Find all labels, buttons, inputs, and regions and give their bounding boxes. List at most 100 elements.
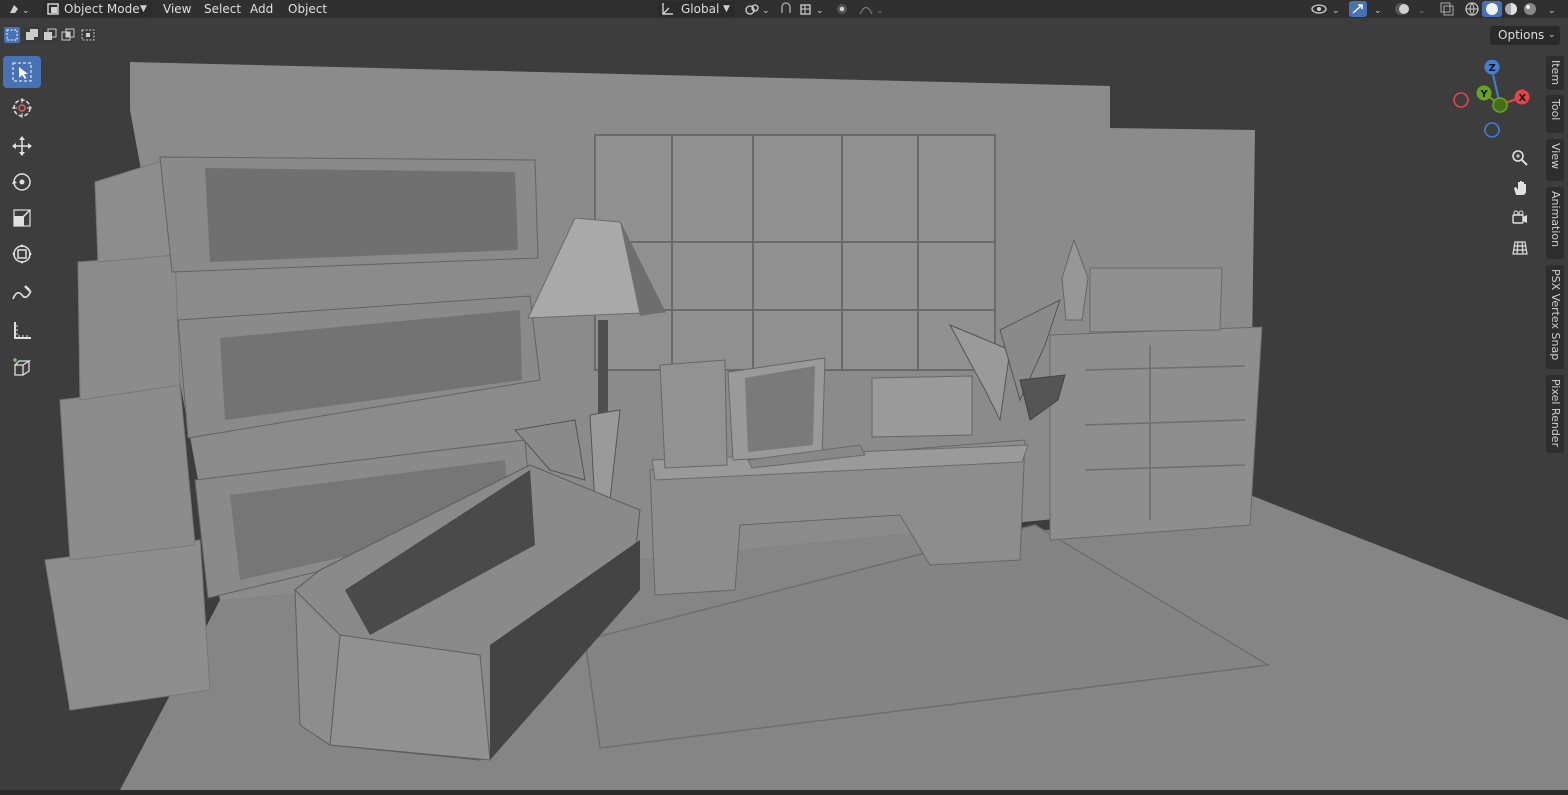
transform-icon	[12, 244, 32, 264]
measure-icon	[14, 322, 31, 339]
sidebar-tab-psx-vertex-snap[interactable]: PSX Vertex Snap	[1546, 265, 1564, 369]
tab-label: PSX Vertex Snap	[1549, 269, 1562, 361]
mode-dropdown[interactable]: Object Mode ▼	[42, 1, 152, 17]
select-intersect-icon	[81, 29, 95, 41]
visibility-button[interactable]: ⌄	[1310, 1, 1342, 17]
menu-add[interactable]: Add	[246, 1, 277, 17]
pivot-button[interactable]: ⌄	[742, 1, 772, 17]
tool-add-cube[interactable]	[3, 352, 41, 384]
options-label: Options	[1498, 28, 1545, 42]
svg-text:⌄: ⌄	[1374, 6, 1382, 16]
svg-text:⌄: ⌄	[22, 6, 30, 16]
overlay-toggle[interactable]: ⌄	[1392, 1, 1430, 17]
proportional-editing-button[interactable]: ⌄	[834, 1, 884, 17]
sidebar-tab-pixel-render[interactable]: Pixel Render	[1546, 375, 1564, 453]
tool-annotate[interactable]	[3, 278, 41, 310]
add-cube-icon	[13, 358, 32, 376]
tool-transform[interactable]	[3, 238, 41, 270]
z-axis-label: Z	[1489, 63, 1496, 74]
xray-toggle[interactable]	[1438, 1, 1456, 17]
shading-buttons	[1462, 1, 1542, 17]
pan-button[interactable]	[1507, 175, 1533, 201]
gizmo-toggle[interactable]: ⌄	[1348, 1, 1386, 17]
xray-icon	[1440, 2, 1454, 16]
tab-label: Item	[1549, 60, 1562, 86]
sidebar-tab-item[interactable]: Item	[1546, 56, 1564, 90]
scale-icon	[13, 209, 31, 227]
tab-label: Tool	[1549, 99, 1562, 121]
ortho-toggle-button[interactable]	[1507, 235, 1533, 261]
select-subtract-button[interactable]	[42, 27, 58, 43]
move-icon	[12, 136, 32, 156]
cursor-icon	[12, 98, 32, 118]
orientation-icon	[662, 3, 673, 15]
sidebar-tab-tool[interactable]: Tool	[1546, 95, 1564, 133]
svg-text:⌄: ⌄	[762, 6, 770, 16]
svg-text:⌄: ⌄	[876, 6, 884, 16]
pivot-icon: ⌄	[745, 4, 770, 16]
shading-options-button[interactable]: ⌄	[1548, 1, 1562, 17]
y-axis-label: Y	[1480, 89, 1489, 100]
chevron-down-icon: ⌄	[1548, 30, 1556, 40]
negative-z-axis-icon[interactable]	[1484, 122, 1500, 138]
snap-button[interactable]: ⌄	[777, 1, 827, 17]
3d-viewport[interactable]: Options ⌄ Z X Y Item Tool View Animation…	[0, 18, 1568, 790]
camera-view-button[interactable]	[1507, 205, 1533, 231]
snap-icon: ⌄	[781, 2, 824, 16]
tool-select-box[interactable]	[3, 56, 41, 88]
hand-pan-icon	[1514, 181, 1526, 195]
menu-select[interactable]: Select	[200, 1, 245, 17]
select-extend-icon	[26, 29, 38, 40]
select-extend-button[interactable]	[24, 27, 40, 43]
grid-ortho-icon	[1512, 241, 1528, 255]
chevron-down-icon: ▼	[140, 4, 147, 14]
select-new-icon	[6, 29, 18, 41]
viewport-header: ⌄ Object Mode ▼ View Select Add Object G…	[0, 0, 1568, 18]
tab-label: Pixel Render	[1549, 379, 1562, 448]
annotate-icon	[12, 285, 32, 300]
transform-orientation-dropdown[interactable]: Global ▼	[657, 1, 735, 17]
gizmo-icon: ⌄	[1349, 1, 1382, 17]
svg-text:⌄: ⌄	[1418, 6, 1426, 16]
navigation-gizmo[interactable]: Z X Y	[1448, 60, 1538, 150]
proportional-icon: ⌄	[837, 4, 884, 16]
editor-type-button[interactable]: ⌄	[4, 1, 34, 17]
svg-text:⌄: ⌄	[816, 6, 824, 16]
select-intersect-button[interactable]	[80, 27, 96, 43]
rotate-icon	[12, 173, 31, 191]
menu-view[interactable]: View	[159, 1, 195, 17]
object-mode-cube-icon	[47, 3, 59, 15]
orientation-label: Global	[681, 2, 720, 16]
tab-label: Animation	[1549, 191, 1562, 248]
chevron-down-icon: ▼	[723, 4, 730, 14]
mode-label: Object Mode	[64, 2, 140, 16]
overlay-icon: ⌄	[1395, 3, 1426, 16]
shading-mode-icons	[1465, 1, 1536, 17]
negative-y-axis-icon[interactable]	[1492, 97, 1508, 113]
tool-cursor[interactable]	[3, 92, 41, 124]
chevron-down-icon: ⌄	[1548, 6, 1556, 16]
tab-label: View	[1549, 143, 1562, 170]
select-new-button[interactable]	[4, 27, 20, 43]
status-bar	[0, 790, 1568, 795]
select-difference-icon	[61, 28, 75, 41]
tool-move[interactable]	[3, 130, 41, 162]
x-axis-label: X	[1519, 93, 1527, 104]
editor-type-icon: ⌄	[10, 5, 30, 16]
negative-x-axis-icon[interactable]	[1453, 92, 1469, 108]
tool-rotate[interactable]	[3, 166, 41, 198]
tool-scale[interactable]	[3, 202, 41, 234]
camera-icon	[1512, 210, 1527, 224]
zoom-icon	[1512, 150, 1528, 166]
tool-measure[interactable]	[3, 314, 41, 346]
svg-text:⌄: ⌄	[1332, 6, 1340, 16]
sidebar-tab-view[interactable]: View	[1546, 139, 1564, 181]
sidebar-tab-animation[interactable]: Animation	[1546, 187, 1564, 259]
select-difference-button[interactable]	[60, 27, 76, 43]
zoom-button[interactable]	[1507, 145, 1533, 171]
menu-object[interactable]: Object	[284, 1, 331, 17]
select-subtract-icon	[44, 28, 57, 40]
options-dropdown[interactable]: Options ⌄	[1490, 26, 1560, 45]
select-box-icon	[12, 62, 32, 82]
scene-render[interactable]	[0, 18, 1568, 790]
